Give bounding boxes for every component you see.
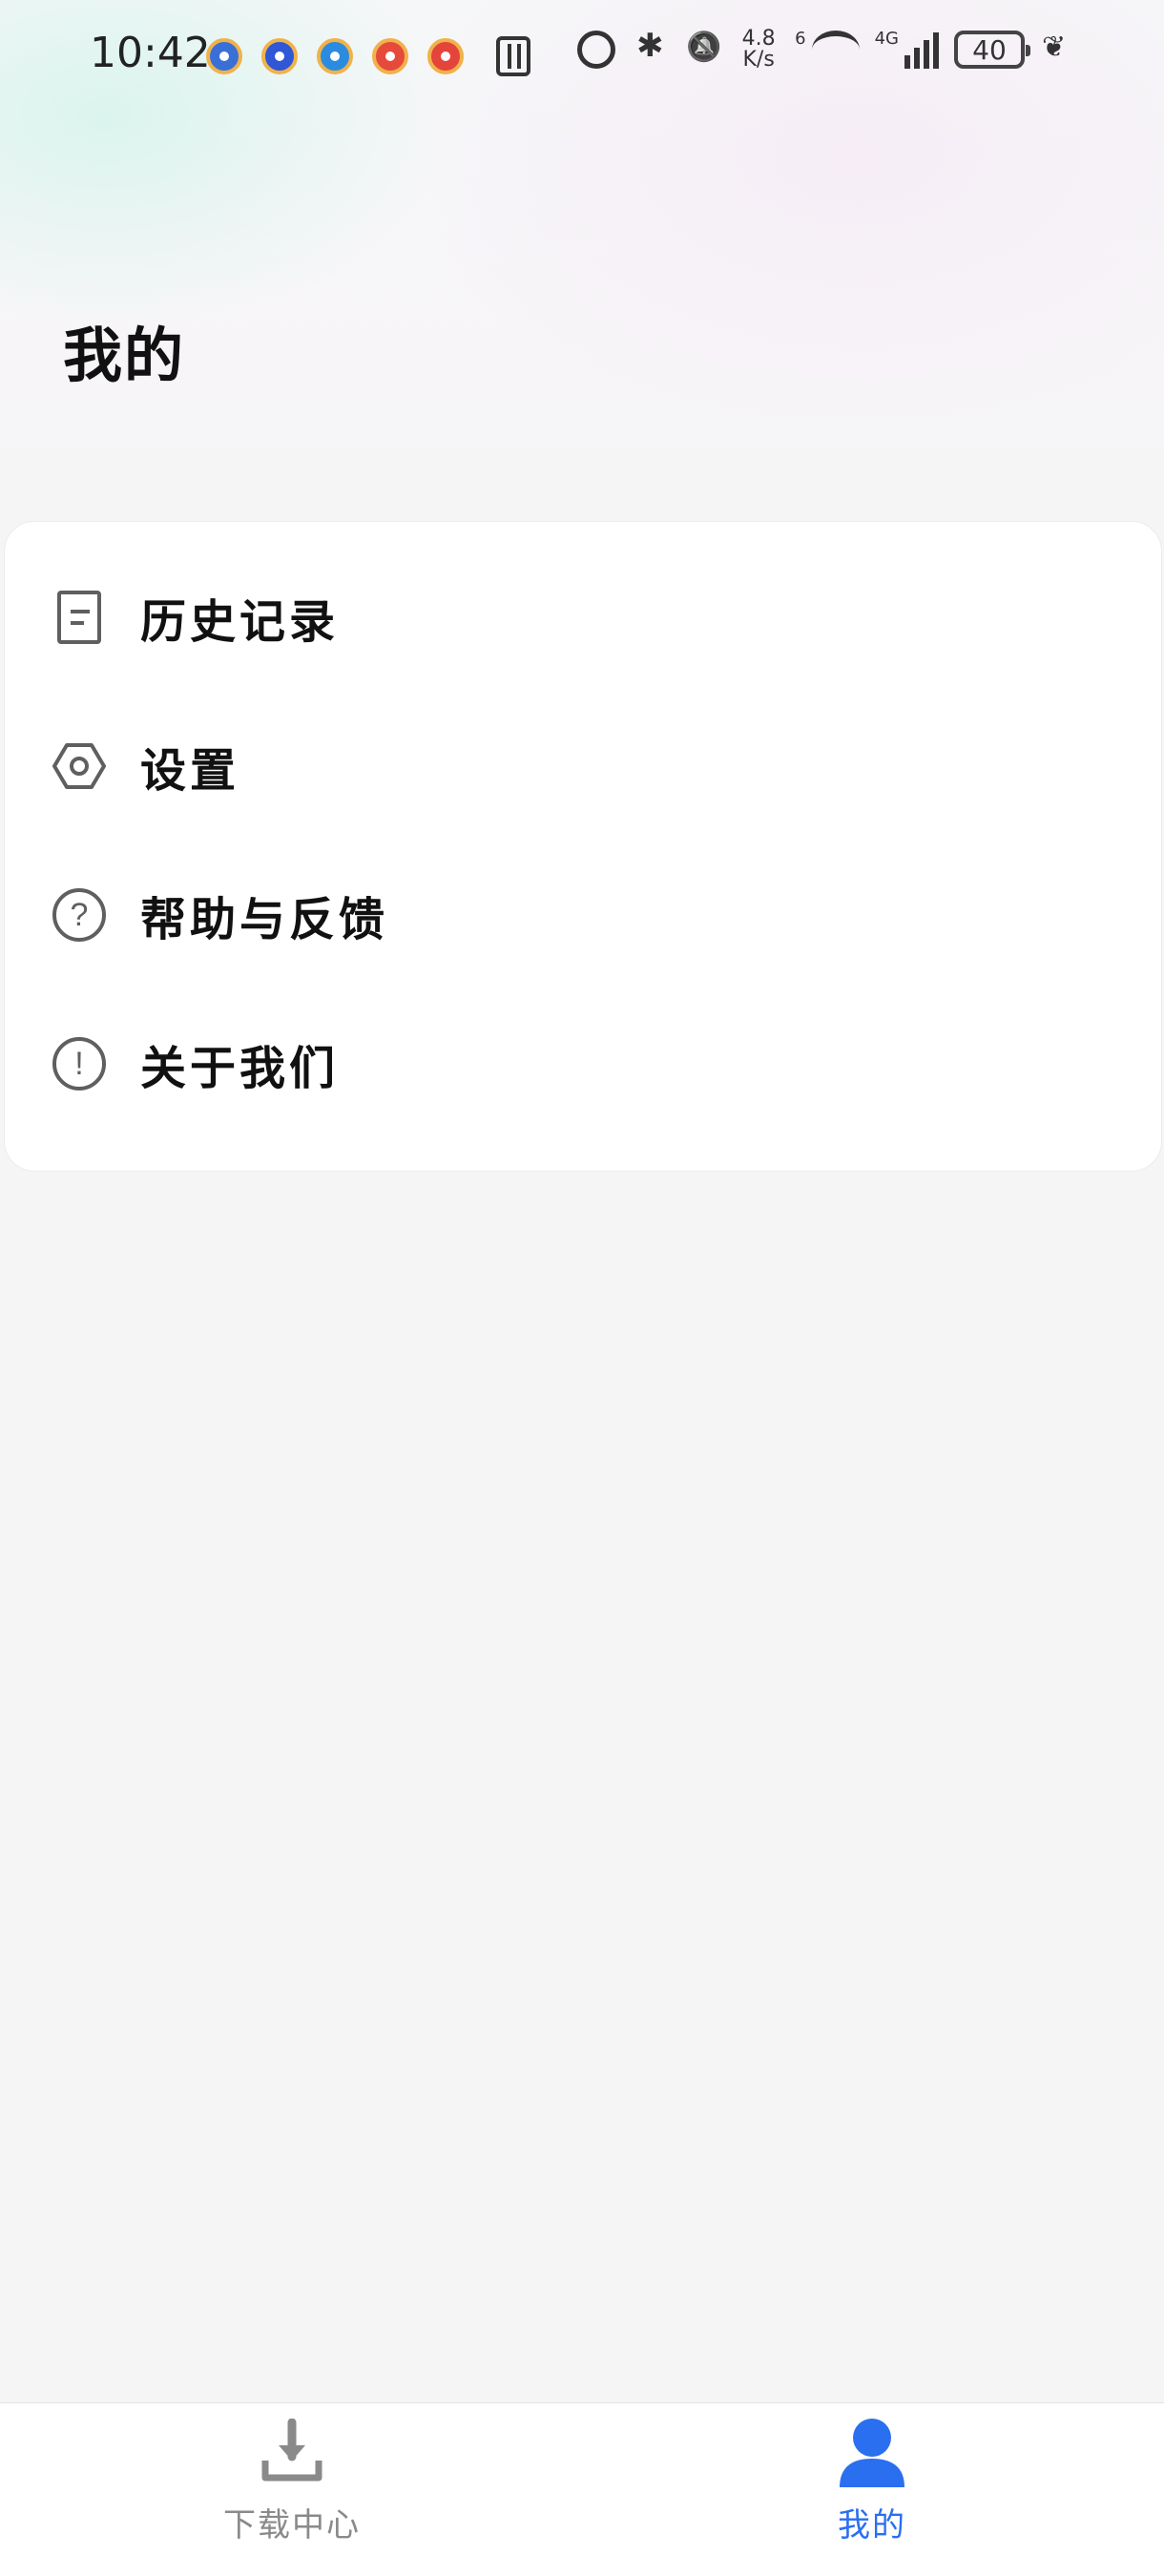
app-root: 10:42 4.8 K/s 6 4G 40 xyxy=(0,0,1164,2576)
bottom-nav: 下载中心 我的 xyxy=(0,2402,1164,2576)
rocket-app-icon xyxy=(206,38,242,74)
menu-item-about-us[interactable]: ! 关于我们 xyxy=(5,989,1161,1138)
network-speed: 4.8 K/s xyxy=(738,29,779,71)
leaf-icon xyxy=(1040,31,1078,69)
mute-bell-icon xyxy=(684,31,722,69)
mascot-app-icon xyxy=(317,38,353,74)
bluetooth-icon xyxy=(631,27,669,69)
shield-app-icon xyxy=(261,38,298,74)
cell-label: 4G xyxy=(874,29,899,49)
help-circle-icon: ? xyxy=(52,888,106,942)
page-title: 我的 xyxy=(63,321,186,390)
menu-item-settings[interactable]: 设置 xyxy=(5,692,1161,841)
menu-item-label: 历史记录 xyxy=(140,595,340,649)
alarm-icon xyxy=(577,31,616,69)
user-icon xyxy=(840,2419,904,2487)
network-speed-value: 4.8 xyxy=(741,27,776,51)
wifi-label: 6 xyxy=(795,29,806,49)
tv-app-icon xyxy=(372,38,408,74)
info-circle-icon: ! xyxy=(52,1037,106,1091)
status-bar: 10:42 4.8 K/s 6 4G 40 xyxy=(0,0,1164,114)
tab-label: 我的 xyxy=(838,2506,906,2545)
status-right-icons: 4.8 K/s 6 4G 40 xyxy=(577,27,1078,71)
cell-signal-icon xyxy=(904,31,939,69)
wifi-icon xyxy=(811,31,860,69)
tab-label: 下载中心 xyxy=(223,2506,361,2545)
menu-card: 历史记录 设置 ? 帮助与反馈 ! 关于我们 xyxy=(4,521,1162,1172)
menu-item-label: 关于我们 xyxy=(140,1042,340,1095)
battery-level: 40 xyxy=(972,33,1007,66)
document-icon xyxy=(57,591,101,644)
menu-item-help-feedback[interactable]: ? 帮助与反馈 xyxy=(5,841,1161,989)
target-app-icon xyxy=(427,38,464,74)
tab-mine[interactable]: 我的 xyxy=(729,2403,1015,2576)
network-speed-unit: K/s xyxy=(742,48,775,72)
menu-item-label: 设置 xyxy=(140,744,240,798)
tab-download-center[interactable]: 下载中心 xyxy=(149,2403,435,2576)
nfc-icon xyxy=(496,36,530,76)
menu-item-history[interactable]: 历史记录 xyxy=(5,543,1161,692)
download-icon xyxy=(261,2419,322,2482)
status-time: 10:42 xyxy=(90,29,211,77)
settings-hexagon-icon xyxy=(52,743,106,789)
notification-app-icons xyxy=(206,38,464,74)
menu-item-label: 帮助与反馈 xyxy=(140,893,389,946)
battery-icon: 40 xyxy=(954,31,1030,69)
